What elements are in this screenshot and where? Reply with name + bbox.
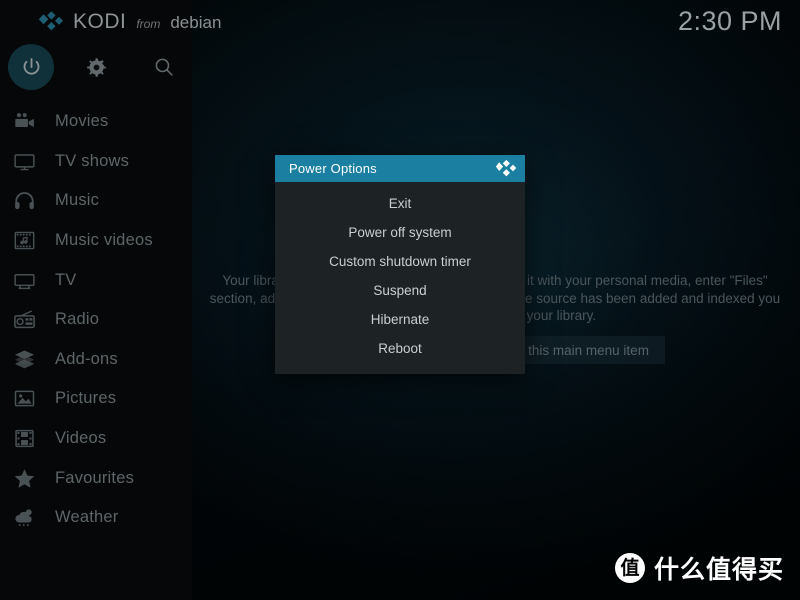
power-button[interactable]: [8, 44, 54, 90]
watermark-badge: 值: [614, 553, 645, 583]
brand-from: from: [136, 17, 161, 31]
sidebar-item-add-ons[interactable]: Add-ons: [0, 340, 192, 380]
kodi-diamond-logo: [38, 11, 63, 31]
dialog-item-exit[interactable]: Exit: [275, 189, 525, 218]
search-button[interactable]: [141, 44, 187, 90]
radio-icon: [11, 307, 37, 333]
power-options-dialog: Power Options Exit Power off system Cust…: [275, 155, 525, 374]
television-icon: [11, 148, 37, 174]
brand-kodi: KODI: [73, 10, 127, 33]
sidebar-item-label: Add-ons: [55, 349, 118, 368]
headphones-icon: [11, 188, 37, 214]
sidebar-item-label: Favourites: [55, 468, 135, 487]
sidebar-item-pictures[interactable]: Pictures: [0, 379, 192, 419]
music-video-icon: [11, 228, 37, 254]
dialog-item-power-off-system[interactable]: Power off system: [275, 218, 525, 247]
film-strip-icon: [11, 426, 37, 452]
sidebar-item-favourites[interactable]: Favourites: [0, 458, 192, 498]
sidebar-item-videos[interactable]: Videos: [0, 419, 192, 459]
sidebar-item-movies[interactable]: Movies: [0, 102, 192, 142]
dialog-header: Power Options: [275, 155, 525, 182]
settings-button[interactable]: [73, 44, 119, 90]
search-icon: [155, 58, 173, 76]
sidebar-item-label: TV: [55, 270, 77, 289]
sidebar-item-tv[interactable]: TV: [0, 260, 192, 300]
dialog-item-hibernate[interactable]: Hibernate: [275, 305, 525, 334]
monitor-icon: [11, 267, 37, 293]
dialog-item-custom-shutdown-timer[interactable]: Custom shutdown timer: [275, 247, 525, 276]
top-icon-row: [0, 44, 192, 92]
sidebar-item-label: Music videos: [55, 231, 153, 250]
movie-camera-icon: [11, 109, 37, 135]
cloud-rain-icon: [11, 505, 37, 531]
dialog-item-suspend[interactable]: Suspend: [275, 276, 525, 305]
star-icon: [11, 465, 37, 491]
clock: 2:30 PM: [677, 6, 782, 36]
brand-debian: debian: [170, 13, 222, 32]
sidebar-item-radio[interactable]: Radio: [0, 300, 192, 340]
dialog-title: Power Options: [289, 161, 377, 176]
picture-icon: [11, 386, 37, 412]
header: KODI from debian 2:30 PM: [0, 0, 800, 44]
sidebar-item-label: Music: [55, 191, 100, 210]
sidebar-item-label: TV shows: [55, 151, 130, 170]
main-menu: Movies TV shows Music Music videos TV Ra…: [0, 102, 192, 538]
watermark-text: 什么值得买: [653, 555, 784, 584]
kodi-screen: KODI from debian 2:30 PM Movies TV shows…: [0, 0, 800, 600]
gear-icon: [86, 57, 106, 77]
sidebar-item-weather[interactable]: Weather: [0, 498, 192, 538]
sidebar-item-label: Videos: [55, 429, 107, 448]
sidebar-item-tv-shows[interactable]: TV shows: [0, 142, 192, 182]
sidebar-item-label: Weather: [55, 508, 119, 527]
sidebar-item-label: Movies: [55, 112, 109, 131]
power-icon: [23, 57, 39, 74]
kodi-diamond-logo: [495, 159, 517, 176]
dialog-body: Exit Power off system Custom shutdown ti…: [275, 182, 525, 374]
dialog-item-reboot[interactable]: Reboot: [275, 334, 525, 363]
sidebar-item-music-videos[interactable]: Music videos: [0, 221, 192, 261]
brand: KODI from debian: [38, 10, 221, 34]
sidebar-item-music[interactable]: Music: [0, 181, 192, 221]
addons-box-icon: [11, 346, 37, 372]
sidebar-item-label: Radio: [55, 310, 100, 329]
sidebar-item-label: Pictures: [55, 389, 117, 408]
watermark: 值 什么值得买: [614, 550, 784, 586]
